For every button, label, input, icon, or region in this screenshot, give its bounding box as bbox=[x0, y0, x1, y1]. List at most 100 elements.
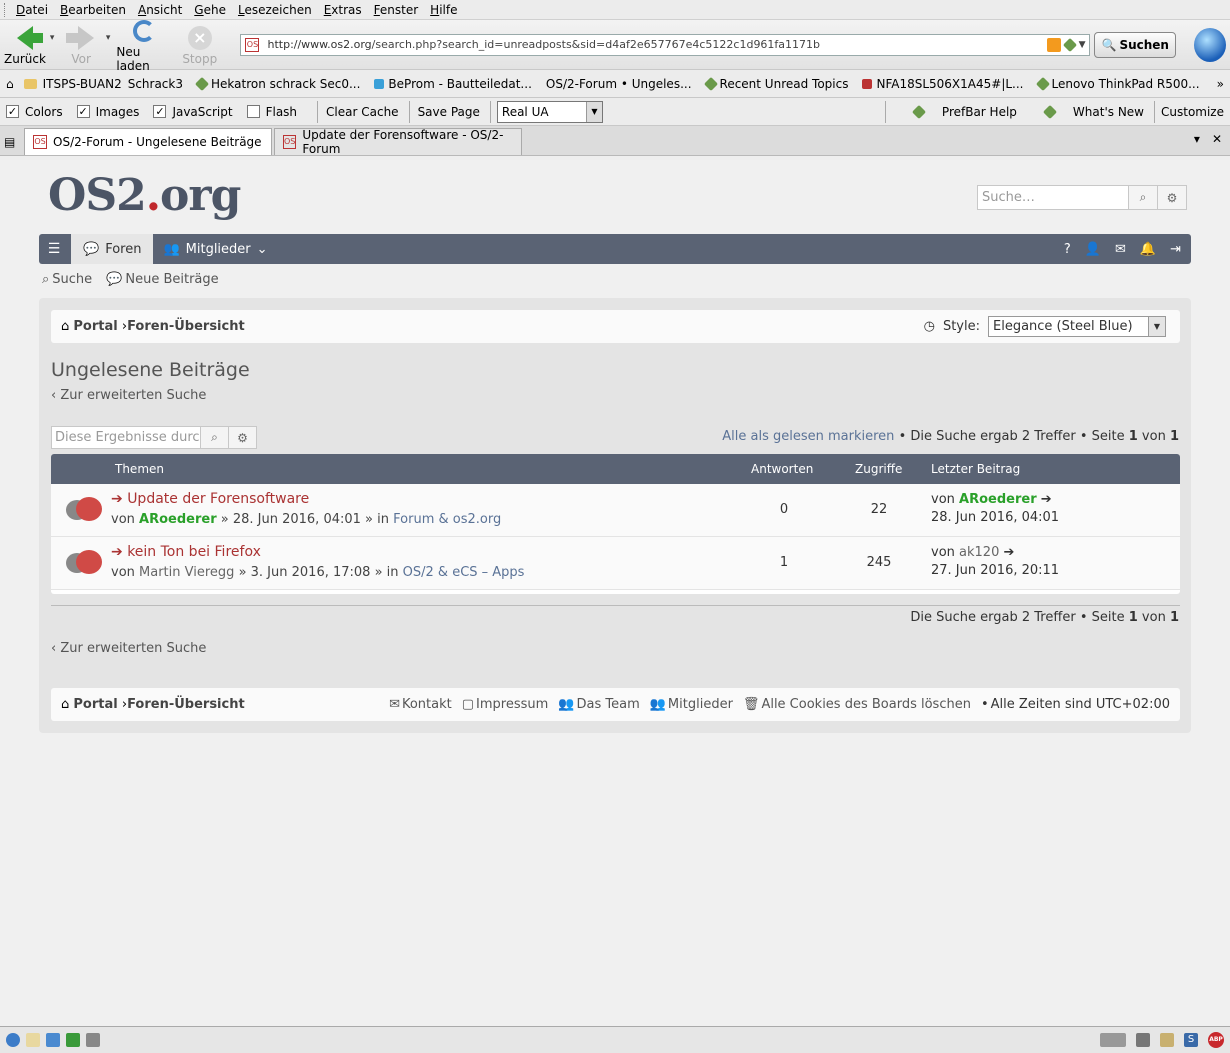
connection-icon[interactable] bbox=[1100, 1033, 1126, 1047]
clear-cache-button[interactable]: Clear Cache bbox=[324, 105, 401, 119]
user-icon[interactable]: 👤 bbox=[1085, 242, 1101, 257]
composer-icon[interactable] bbox=[46, 1033, 60, 1047]
bookmark-beprom[interactable]: BeProm - Bautteiledat... bbox=[374, 77, 532, 91]
advanced-search-gear-icon[interactable]: ⚙ bbox=[1158, 185, 1187, 210]
url-dropdown-icon[interactable]: ▼ bbox=[1079, 40, 1086, 50]
members-link[interactable]: 👥 Mitglieder bbox=[650, 697, 733, 712]
bookmark-itsps[interactable]: ITSPS-BUAN2 bbox=[0, 77, 1230, 1026]
adblock-icon[interactable]: ABP bbox=[1208, 1032, 1224, 1048]
mail-icon[interactable] bbox=[26, 1033, 40, 1047]
flash-checkbox[interactable]: Flash bbox=[246, 105, 297, 119]
topics-table: Themen Antworten Zugriffe Letzter Beitra… bbox=[51, 454, 1180, 594]
url-bar[interactable]: OS http://www.os2.org /search.php?search… bbox=[240, 33, 1091, 56]
goto-last-post-icon[interactable]: ➔ bbox=[1041, 492, 1052, 507]
stop-button[interactable]: × Stopp bbox=[179, 24, 220, 66]
team-link[interactable]: 👥 Das Team bbox=[558, 697, 639, 712]
author-link[interactable]: Martin Vieregg bbox=[139, 565, 234, 580]
back-to-advanced-search-link[interactable]: ‹ Zur erweiterten Suche bbox=[51, 641, 206, 656]
style-select[interactable]: Elegance (Steel Blue) ▼ bbox=[988, 316, 1166, 337]
back-history-dropdown[interactable]: ▾ bbox=[50, 33, 55, 43]
forward-button[interactable]: Vor bbox=[60, 24, 101, 66]
forward-history-dropdown[interactable]: ▾ bbox=[106, 33, 111, 43]
forum-link[interactable]: Forum & os2.org bbox=[393, 512, 501, 527]
breadcrumb-foren-uebersicht[interactable]: Foren-Übersicht bbox=[127, 697, 245, 712]
home-icon[interactable]: ⌂ bbox=[6, 77, 14, 91]
trash-icon: 🗑 bbox=[742, 697, 760, 712]
rss-feed-icon[interactable] bbox=[1046, 37, 1061, 52]
goto-last-post-icon[interactable]: ➔ bbox=[1003, 545, 1014, 560]
breadcrumb-portal[interactable]: Portal bbox=[73, 697, 117, 712]
menu-datei[interactable]: Datei bbox=[16, 3, 48, 17]
breadcrumb-portal[interactable]: Portal bbox=[73, 319, 117, 334]
bookmark-recent-unread[interactable]: Recent Unread Topics bbox=[703, 76, 848, 91]
impressum-link[interactable]: ▢ Impressum bbox=[462, 697, 549, 712]
address-book-icon[interactable] bbox=[66, 1033, 80, 1047]
breadcrumb-foren-uebersicht[interactable]: Foren-Übersicht bbox=[127, 319, 245, 334]
customize-button[interactable]: Customize bbox=[1161, 105, 1224, 119]
close-tab-icon[interactable]: ✕ bbox=[1212, 132, 1222, 146]
whats-new-button[interactable]: What's New bbox=[1031, 104, 1144, 119]
os2-favicon-icon: OS bbox=[283, 135, 297, 149]
nav-foren[interactable]: 💬 Foren bbox=[71, 234, 154, 264]
navigator-icon[interactable] bbox=[6, 1033, 20, 1047]
bookmark-schrack3[interactable]: Schrack3 bbox=[128, 77, 183, 91]
tab-list-icon[interactable]: ▤ bbox=[4, 135, 24, 149]
last-author-link[interactable]: ARoederer bbox=[959, 492, 1037, 507]
menu-ansicht[interactable]: Ansicht bbox=[138, 3, 182, 17]
irc-icon[interactable] bbox=[86, 1033, 100, 1047]
kontakt-link[interactable]: ✉ Kontakt bbox=[389, 697, 452, 712]
menu-hilfe[interactable]: Hilfe bbox=[430, 3, 457, 17]
save-page-button[interactable]: Save Page bbox=[416, 105, 482, 119]
search-button[interactable]: 🔍 Suchen bbox=[1094, 31, 1176, 58]
seamonkey-throbber-icon[interactable] bbox=[1193, 27, 1226, 62]
cookie-icon[interactable] bbox=[1160, 1033, 1174, 1047]
toolbar-grip[interactable] bbox=[4, 2, 8, 17]
menu-gehe[interactable]: Gehe bbox=[194, 3, 226, 17]
images-checkbox[interactable]: ✓ Images bbox=[76, 105, 139, 119]
javascript-checkbox[interactable]: ✓ JavaScript bbox=[153, 105, 233, 119]
mark-all-read-link[interactable]: Alle als gelesen markieren bbox=[722, 429, 894, 444]
menu-lesezeichen[interactable]: Lesezeichen bbox=[238, 3, 312, 17]
notification-bell-icon[interactable]: 🔔 bbox=[1140, 242, 1156, 257]
chevron-more-icon[interactable]: » bbox=[1217, 77, 1224, 91]
search-icon[interactable]: ⌕ bbox=[201, 426, 229, 449]
topic-title-link[interactable]: ➔ Update der Forensoftware bbox=[111, 491, 309, 507]
hamburger-menu-icon[interactable]: ☰ bbox=[39, 234, 69, 264]
help-icon[interactable]: ? bbox=[1064, 242, 1071, 257]
subnav-suche[interactable]: ⌕ Suche bbox=[42, 272, 92, 287]
topic-title-link[interactable]: ➔ kein Ton bei Firefox bbox=[111, 544, 261, 560]
results-search-input[interactable]: Diese Ergebnisse durc bbox=[51, 426, 201, 449]
colors-checkbox[interactable]: ✓ Colors bbox=[6, 105, 63, 119]
register-icon[interactable]: ✉ bbox=[1115, 242, 1126, 257]
bookmark-nfa18[interactable]: NFA18SL506X1A45#|L... bbox=[862, 77, 1024, 91]
user-agent-select[interactable]: Real UA ▼ bbox=[496, 100, 603, 123]
s-icon[interactable]: S bbox=[1184, 1033, 1198, 1047]
subnav-neue-beitraege[interactable]: 💬 Neue Beiträge bbox=[106, 272, 218, 287]
login-icon[interactable]: ⇥ bbox=[1170, 242, 1181, 257]
back-to-advanced-search-link[interactable]: ‹ Zur erweiterten Suche bbox=[51, 388, 206, 403]
prefbar-help-button[interactable]: PrefBar Help bbox=[900, 104, 1017, 119]
bookmarks-folder-icon[interactable] bbox=[23, 78, 37, 89]
forum-link[interactable]: OS/2 & eCS – Apps bbox=[403, 565, 525, 580]
last-author-link[interactable]: ak120 bbox=[959, 545, 999, 560]
menu-extras[interactable]: Extras bbox=[324, 3, 362, 17]
delete-cookies-link[interactable]: 🗑 Alle Cookies des Boards löschen bbox=[743, 697, 971, 712]
bookmark-lenovo[interactable]: Lenovo ThinkPad R500... bbox=[1035, 76, 1200, 91]
search-icon[interactable]: ⌕ bbox=[1129, 185, 1158, 210]
advanced-search-gear-icon[interactable]: ⚙ bbox=[229, 426, 257, 449]
author-link[interactable]: ARoederer bbox=[139, 512, 217, 527]
header-search-input[interactable]: Suche… bbox=[977, 185, 1129, 210]
menu-fenster[interactable]: Fenster bbox=[374, 3, 419, 17]
bookmark-hekatron[interactable]: Hekatron schrack Sec0... bbox=[194, 76, 360, 91]
tab-list-dropdown-icon[interactable]: ▾ bbox=[1194, 132, 1200, 146]
nav-mitglieder[interactable]: 👥 Mitglieder ⌄ bbox=[163, 242, 267, 257]
menu-bearbeiten[interactable]: Bearbeiten bbox=[60, 3, 126, 17]
site-logo[interactable]: OS2.org bbox=[48, 170, 241, 221]
tab-ungelesene[interactable]: OS OS/2-Forum - Ungelesene Beiträge bbox=[24, 128, 272, 155]
back-button[interactable]: Zurück bbox=[4, 24, 46, 66]
tab-update[interactable]: OS Update der Forensoftware - OS/2-Forum bbox=[274, 128, 522, 156]
reload-button[interactable]: Neu laden bbox=[116, 17, 171, 73]
results-search: Diese Ergebnisse durc ⌕ ⚙ bbox=[51, 426, 257, 449]
bookmark-page-icon[interactable] bbox=[1062, 37, 1077, 52]
bookmark-os2-forum[interactable]: OS/2-Forum • Ungeles... bbox=[0, 77, 1230, 1026]
